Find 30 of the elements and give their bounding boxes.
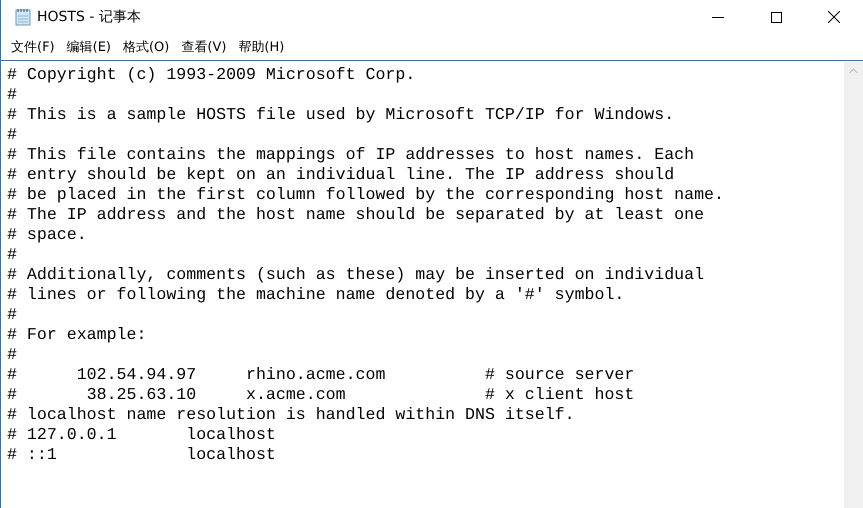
menu-item[interactable]: 帮助(H) bbox=[232, 36, 290, 58]
text-line: # bbox=[7, 85, 18, 105]
menu-item[interactable]: 查看(V) bbox=[175, 36, 232, 58]
text-line: # This is a sample HOSTS file used by Microsoft TCP/IP for Windows. bbox=[7, 105, 676, 125]
notepad-icon bbox=[15, 8, 31, 26]
text-line: # For example: bbox=[7, 325, 148, 345]
text-line: # The IP address and the host name should be separated by at least one bbox=[7, 205, 706, 225]
text-line: # Additionally, comments (such as these) may be inserted on individual bbox=[7, 265, 706, 285]
text-line: # bbox=[7, 245, 18, 265]
text-line: # 38.25.63.10 x.acme.com # x client host bbox=[7, 385, 636, 405]
window-title: HOSTS - 记事本 bbox=[37, 8, 142, 26]
text-line: # entry should be kept on an individual line. The IP address should bbox=[7, 165, 676, 185]
text-line: # bbox=[7, 125, 18, 145]
menu-item[interactable]: 编辑(E) bbox=[60, 36, 117, 58]
text-line: # be placed in the first column followed by the corresponding host name. bbox=[7, 185, 725, 205]
text-line: # 127.0.0.1 localhost bbox=[7, 425, 277, 445]
scrollbar[interactable] bbox=[844, 62, 863, 508]
menu-item[interactable]: 格式(O) bbox=[116, 36, 176, 58]
text-line: # lines or following the machine name denoted by a '#' symbol. bbox=[7, 285, 626, 305]
close-icon bbox=[828, 11, 840, 23]
menu-item[interactable]: 文件(F) bbox=[5, 36, 61, 58]
text-line: # ::1 localhost bbox=[7, 445, 277, 465]
text-line: # This file contains the mappings of IP addresses to host names. Each bbox=[7, 145, 696, 165]
text-line: # bbox=[7, 305, 18, 325]
text-line: # bbox=[7, 345, 18, 365]
text-line: # localhost name resolution is handled within DNS itself. bbox=[7, 405, 576, 425]
text-line: # space. bbox=[7, 225, 88, 245]
text-line: # 102.54.94.97 rhino.acme.com # source server bbox=[7, 365, 636, 385]
text-line: # Copyright (c) 1993-2009 Microsoft Corp. bbox=[7, 65, 416, 85]
maximize-icon bbox=[770, 11, 782, 23]
